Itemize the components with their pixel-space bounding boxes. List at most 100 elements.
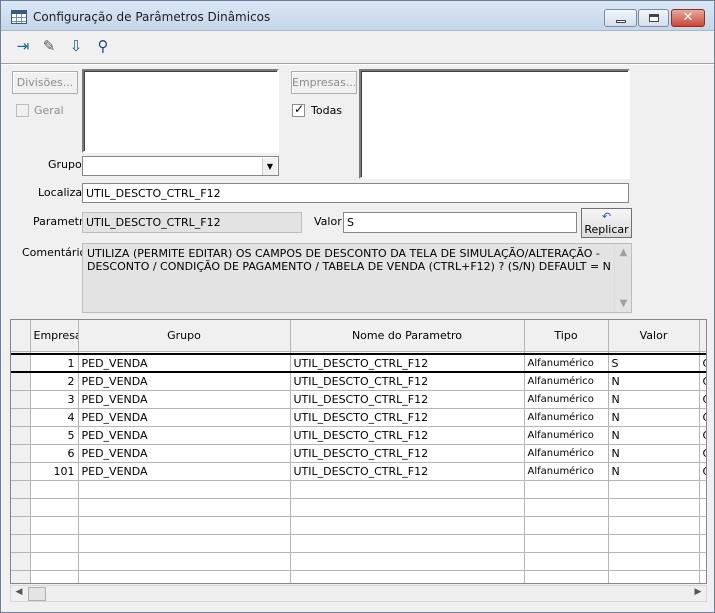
nome-parametro-cell[interactable]: UTIL_DESCTO_CTRL_F12 <box>290 462 525 481</box>
tipo-cell[interactable]: Alfanumérico <box>524 408 609 427</box>
table-row[interactable]: 6 PED_VENDA UTIL_DESCTO_CTRL_F12 Alfanuméri… <box>11 444 706 463</box>
grupo-cell[interactable]: PED_VENDA <box>78 462 291 481</box>
table-row[interactable]: 3 PED_VENDA UTIL_DESCTO_CTRL_F12 Alfanuméri… <box>11 390 706 409</box>
nome-parametro-cell[interactable]: UTIL_DESCTO_CTRL_F12 <box>290 390 525 409</box>
empty-cell[interactable] <box>30 570 79 583</box>
empty-cell[interactable] <box>30 534 79 553</box>
column-header[interactable]: Empresa <box>30 320 79 352</box>
row-indicator[interactable] <box>11 372 31 391</box>
nome-parametro-cell[interactable]: UTIL_DESCTO_CTRL_F12 <box>290 426 525 445</box>
empty-cell[interactable] <box>699 480 706 499</box>
empty-table-row[interactable] <box>11 552 706 571</box>
geral-checkbox[interactable] <box>16 104 29 117</box>
empty-cell[interactable] <box>290 534 525 553</box>
chevron-down-icon[interactable]: ▼ <box>262 158 277 175</box>
valor-input[interactable]: S <box>343 212 577 233</box>
overflow-cell[interactable]: C <box>699 354 706 373</box>
overflow-cell[interactable]: C <box>699 390 706 409</box>
comentarios-memo[interactable]: UTILIZA (PERMITE EDITAR) OS CAMPOS DE DE… <box>82 243 632 313</box>
tipo-cell[interactable]: Alfanumérico <box>524 354 609 373</box>
column-header[interactable]: Valor <box>608 320 700 352</box>
empty-cell[interactable] <box>78 570 291 583</box>
empty-cell[interactable] <box>699 498 706 517</box>
empty-cell[interactable] <box>608 480 700 499</box>
empresas-listbox[interactable] <box>359 69 630 179</box>
empty-table-row[interactable] <box>11 570 706 583</box>
divisoes-listbox[interactable] <box>82 69 279 153</box>
empty-cell[interactable] <box>524 498 609 517</box>
overflow-cell[interactable]: C <box>699 426 706 445</box>
row-indicator[interactable] <box>11 408 31 427</box>
empty-cell[interactable] <box>11 516 31 535</box>
scroll-right-icon[interactable]: ▶ <box>690 587 706 597</box>
memo-scrollbar[interactable]: ▲ ▼ <box>614 244 631 312</box>
empty-cell[interactable] <box>608 498 700 517</box>
overflow-cell[interactable]: C <box>699 462 706 481</box>
table-row[interactable]: 5 PED_VENDA UTIL_DESCTO_CTRL_F12 Alfanuméri… <box>11 426 706 445</box>
scroll-down-icon[interactable]: ▼ <box>615 297 632 310</box>
empty-cell[interactable] <box>699 570 706 583</box>
nome-parametro-cell[interactable]: UTIL_DESCTO_CTRL_F12 <box>290 372 525 391</box>
nome-parametro-cell[interactable]: UTIL_DESCTO_CTRL_F12 <box>290 408 525 427</box>
empty-cell[interactable] <box>290 480 525 499</box>
empresa-cell[interactable]: 2 <box>30 372 79 391</box>
empty-cell[interactable] <box>608 516 700 535</box>
tipo-cell[interactable]: Alfanumérico <box>524 372 609 391</box>
scroll-left-icon[interactable]: ◀ <box>11 587 27 597</box>
import-button[interactable]: ⇩ <box>64 34 88 58</box>
valor-cell[interactable]: N <box>608 408 700 427</box>
tipo-cell[interactable]: Alfanumérico <box>524 462 609 481</box>
empty-cell[interactable] <box>699 534 706 553</box>
empty-table-row[interactable] <box>11 498 706 517</box>
empty-cell[interactable] <box>524 534 609 553</box>
divisoes-button[interactable]: Divisões... <box>12 71 78 94</box>
grupo-cell[interactable]: PED_VENDA <box>78 372 291 391</box>
empty-cell[interactable] <box>78 534 291 553</box>
empty-cell[interactable] <box>11 570 31 583</box>
valor-cell[interactable]: N <box>608 390 700 409</box>
replicar-button[interactable]: ↶ Replicar <box>581 208 632 238</box>
valor-cell[interactable]: N <box>608 444 700 463</box>
empty-cell[interactable] <box>11 498 31 517</box>
empty-cell[interactable] <box>78 480 291 499</box>
empty-table-row[interactable] <box>11 480 706 499</box>
empresa-cell[interactable]: 4 <box>30 408 79 427</box>
empty-cell[interactable] <box>608 552 700 571</box>
nome-parametro-cell[interactable]: UTIL_DESCTO_CTRL_F12 <box>290 354 525 373</box>
empty-cell[interactable] <box>30 480 79 499</box>
row-indicator[interactable] <box>11 426 31 445</box>
empty-cell[interactable] <box>30 498 79 517</box>
valor-cell[interactable]: S <box>608 354 700 373</box>
empty-cell[interactable] <box>30 552 79 571</box>
empty-cell[interactable] <box>78 516 291 535</box>
minimize-button[interactable] <box>604 9 637 27</box>
table-row[interactable]: 1 PED_VENDA UTIL_DESCTO_CTRL_F12 Alfanuméri… <box>11 354 706 373</box>
empty-cell[interactable] <box>290 498 525 517</box>
tipo-cell[interactable]: Alfanumérico <box>524 444 609 463</box>
edit-button[interactable]: ✎ <box>37 34 61 58</box>
empty-cell[interactable] <box>524 552 609 571</box>
empty-cell[interactable] <box>290 570 525 583</box>
empty-cell[interactable] <box>608 570 700 583</box>
grupo-cell[interactable]: PED_VENDA <box>78 444 291 463</box>
empty-cell[interactable] <box>524 480 609 499</box>
empty-cell[interactable] <box>11 534 31 553</box>
empresa-cell[interactable]: 6 <box>30 444 79 463</box>
empty-cell[interactable] <box>11 552 31 571</box>
grupo-cell[interactable]: PED_VENDA <box>78 408 291 427</box>
column-header[interactable]: Grupo <box>78 320 291 352</box>
empty-table-row[interactable] <box>11 534 706 553</box>
empresa-cell[interactable]: 101 <box>30 462 79 481</box>
scroll-thumb[interactable] <box>28 587 46 601</box>
empty-cell[interactable] <box>699 552 706 571</box>
exit-button[interactable]: ⇥ <box>11 34 35 58</box>
title-bar[interactable]: Configuração de Parâmetros Dinâmicos ✕ <box>1 1 714 31</box>
row-indicator[interactable] <box>11 354 31 373</box>
grupo-combobox[interactable]: ▼ <box>82 156 279 176</box>
empty-cell[interactable] <box>78 552 291 571</box>
grupo-cell[interactable]: PED_VENDA <box>78 390 291 409</box>
empty-cell[interactable] <box>290 516 525 535</box>
row-indicator[interactable] <box>11 390 31 409</box>
table-row[interactable]: 2 PED_VENDA UTIL_DESCTO_CTRL_F12 Alfanuméri… <box>11 372 706 391</box>
empty-cell[interactable] <box>524 516 609 535</box>
